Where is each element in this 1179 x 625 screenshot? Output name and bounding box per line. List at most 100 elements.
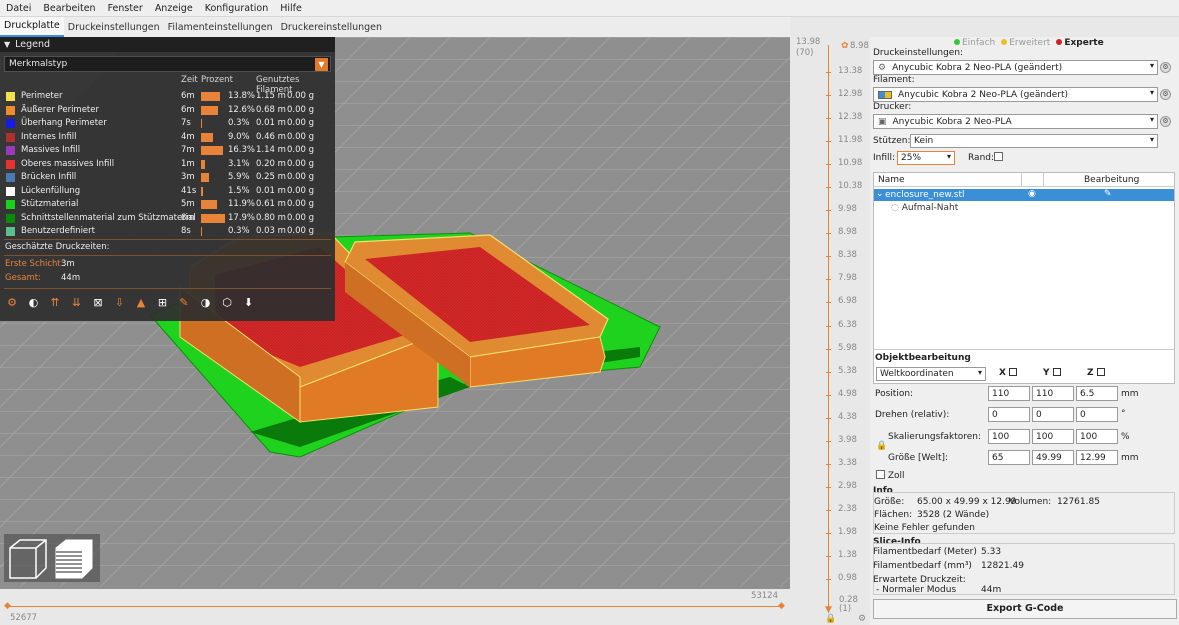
legend-row[interactable]: Überhang Perimeter 7s 0.3% 0.01 m 0.00 g bbox=[0, 117, 335, 131]
brim-checkbox-box[interactable] bbox=[994, 152, 1003, 161]
tab-printer-settings[interactable]: Druckereinstellungen bbox=[277, 19, 386, 37]
shells-icon[interactable]: ⬡ bbox=[219, 295, 235, 311]
position-z-input[interactable]: 6.5 bbox=[1076, 386, 1118, 401]
mode-advanced[interactable]: Erweitert bbox=[1001, 38, 1053, 48]
slider-left-thumb-icon[interactable]: ◆ bbox=[4, 601, 11, 611]
size-y-input[interactable]: 49.99 bbox=[1032, 450, 1074, 465]
mode-simple[interactable]: Einfach bbox=[954, 38, 998, 48]
custom-gcodes-icon[interactable]: ✎ bbox=[176, 295, 192, 311]
legend-feature-grams: 0.00 g bbox=[287, 104, 315, 115]
legend-row[interactable]: Perimeter 6m 13.8% 1.15 m 0.00 g bbox=[0, 90, 335, 104]
info-errors: Keine Fehler gefunden bbox=[874, 523, 975, 533]
rotate-y-input[interactable]: 0 bbox=[1032, 407, 1074, 422]
legend-header[interactable]: ▼ Legend bbox=[0, 37, 335, 52]
layer-tick-label: 8.38 bbox=[838, 250, 857, 261]
legend-row[interactable]: Oberes massives Infill 1m 3.1% 0.20 m 0.00 g bbox=[0, 158, 335, 172]
print-settings-combo[interactable]: ⚙ Anycubic Kobra 2 Neo-PLA (geändert) ▾ bbox=[873, 60, 1158, 75]
edit-icon[interactable]: ✎ bbox=[1104, 189, 1112, 199]
tool-marker-icon[interactable]: ⬇ bbox=[241, 295, 257, 311]
legend-row[interactable]: Brücken Infill 3m 5.9% 0.25 m 0.00 g bbox=[0, 171, 335, 185]
inch-toggle[interactable]: Zoll bbox=[876, 470, 905, 481]
layer-tick-mark bbox=[826, 579, 831, 580]
filament-combo[interactable]: Anycubic Kobra 2 Neo-PLA (geändert) ▾ bbox=[873, 87, 1158, 102]
legend-percent-bar bbox=[201, 105, 218, 115]
color-changes-icon[interactable]: ▲ bbox=[133, 295, 149, 311]
top-thumb-icon[interactable]: ✿ bbox=[841, 41, 849, 51]
travel-icon[interactable]: ⚙ bbox=[4, 295, 20, 311]
z-axis-icon[interactable] bbox=[1096, 368, 1105, 376]
inch-checkbox[interactable] bbox=[876, 470, 885, 479]
tab-print-settings[interactable]: Druckeinstellungen bbox=[64, 19, 164, 37]
lock-icon[interactable]: 🔒 bbox=[876, 441, 887, 451]
legend-row[interactable]: Schnittstellenmaterial zum Stützmaterial… bbox=[0, 212, 335, 226]
col-edit: Bearbeitung bbox=[1084, 175, 1140, 185]
legend-row[interactable]: Äußerer Perimeter 6m 12.6% 0.68 m 0.00 g bbox=[0, 104, 335, 118]
legend-row[interactable]: Stützmaterial 5m 11.9% 0.61 m 0.00 g bbox=[0, 198, 335, 212]
expand-chevron-icon[interactable]: ⌄ bbox=[876, 189, 884, 199]
menu-file[interactable]: Datei bbox=[0, 3, 37, 14]
cog-icon[interactable]: ⚙ bbox=[858, 614, 866, 624]
center-of-gravity-icon[interactable]: ◑ bbox=[198, 295, 214, 311]
edit-preset-button[interactable]: ⚙ bbox=[1160, 62, 1171, 73]
wipe-icon[interactable]: ◐ bbox=[26, 295, 42, 311]
printer-combo[interactable]: ▣ Anycubic Kobra 2 Neo-PLA ▾ bbox=[873, 114, 1158, 129]
printer-label: Drucker: bbox=[873, 102, 912, 112]
collapse-triangle-icon[interactable]: ▼ bbox=[4, 40, 10, 49]
scale-x-input[interactable]: 100 bbox=[988, 429, 1030, 444]
legend-row[interactable]: Massives Infill 7m 16.3% 1.14 m 0.00 g bbox=[0, 144, 335, 158]
object-child-row[interactable]: ◌ Aufmal-Naht bbox=[891, 203, 958, 213]
legend-row[interactable]: Benutzerdefiniert 8s 0.3% 0.03 m 0.00 g bbox=[0, 225, 335, 239]
edit-printer-button[interactable]: ⚙ bbox=[1160, 116, 1171, 127]
size-z-input[interactable]: 12.99 bbox=[1076, 450, 1118, 465]
menu-help[interactable]: Hilfe bbox=[274, 3, 308, 14]
scale-y-input[interactable]: 100 bbox=[1032, 429, 1074, 444]
scale-z-input[interactable]: 100 bbox=[1076, 429, 1118, 444]
legend-row[interactable]: Lückenfüllung 41s 1.5% 0.01 m 0.00 g bbox=[0, 185, 335, 199]
layer-tick-mark bbox=[826, 187, 831, 189]
tab-filament-settings[interactable]: Filamenteinstellungen bbox=[164, 19, 277, 37]
tool-changes-icon[interactable]: ⇩ bbox=[112, 295, 128, 311]
rotate-label: Drehen (relativ): bbox=[875, 410, 950, 420]
eye-icon[interactable]: ◉ bbox=[1028, 189, 1036, 199]
retractions-icon[interactable]: ⇈ bbox=[47, 295, 63, 311]
legend-row[interactable]: Internes Infill 4m 9.0% 0.46 m 0.00 g bbox=[0, 131, 335, 145]
seams-icon[interactable]: ⊠ bbox=[90, 295, 106, 311]
y-axis-icon[interactable] bbox=[1052, 368, 1061, 376]
menu-window[interactable]: Fenster bbox=[102, 3, 149, 14]
position-y-input[interactable]: 110 bbox=[1032, 386, 1074, 401]
vertical-layer-slider[interactable]: 13.98 (70) ✿ 8.98 13.38 12.98 12.38 11.98 10… bbox=[790, 37, 870, 625]
menu-configuration[interactable]: Konfiguration bbox=[199, 3, 275, 14]
export-gcode-button[interactable]: Export G-Code bbox=[873, 599, 1177, 619]
pause-prints-icon[interactable]: ⊞ bbox=[155, 295, 171, 311]
legend-color-swatch bbox=[6, 159, 15, 169]
first-layer-label: Erste Schicht: bbox=[5, 259, 64, 269]
size-x-input[interactable]: 65 bbox=[988, 450, 1030, 465]
rotate-x-input[interactable]: 0 bbox=[988, 407, 1030, 422]
horizontal-move-slider[interactable]: ◆ ◆ 53124 52677 bbox=[0, 589, 790, 625]
slider-track[interactable] bbox=[8, 606, 784, 607]
brim-checkbox[interactable] bbox=[994, 152, 1003, 163]
view-type-select[interactable]: Merkmalstyp ▼ bbox=[4, 56, 331, 72]
edit-filament-button[interactable]: ⚙ bbox=[1160, 89, 1171, 100]
rotate-z-input[interactable]: 0 bbox=[1076, 407, 1118, 422]
filament-value: Anycubic Kobra 2 Neo-PLA (geändert) bbox=[898, 89, 1069, 100]
layer-tick-mark bbox=[826, 141, 831, 143]
menu-view[interactable]: Anzeige bbox=[149, 3, 199, 14]
layer-slider-track[interactable] bbox=[828, 45, 829, 613]
legend-feature-meters: 0.61 m bbox=[256, 199, 286, 209]
mode-expert[interactable]: Experte bbox=[1056, 38, 1106, 48]
layer-tick-label: 10.38 bbox=[838, 181, 863, 192]
x-axis-icon[interactable] bbox=[1008, 368, 1017, 376]
object-row-selected[interactable]: ⌄ enclosure_new.stl ◉ ✎ bbox=[874, 189, 1174, 201]
deretractions-icon[interactable]: ⇊ bbox=[69, 295, 85, 311]
legend-feature-percent: 17.9% bbox=[228, 212, 256, 223]
tab-plater[interactable]: Druckplatte bbox=[0, 17, 64, 37]
chevron-down-icon[interactable]: ▼ bbox=[315, 58, 328, 71]
slider-right-thumb-icon[interactable]: ◆ bbox=[778, 601, 785, 611]
menu-edit[interactable]: Bearbeiten bbox=[37, 3, 101, 14]
coordinate-system-combo[interactable]: Weltkoordinaten ▾ bbox=[876, 367, 986, 381]
supports-combo[interactable]: Kein ▾ bbox=[910, 134, 1158, 148]
lock-icon[interactable]: 🔒 bbox=[825, 614, 836, 624]
position-x-input[interactable]: 110 bbox=[988, 386, 1030, 401]
infill-combo[interactable]: 25% ▾ bbox=[897, 151, 955, 165]
